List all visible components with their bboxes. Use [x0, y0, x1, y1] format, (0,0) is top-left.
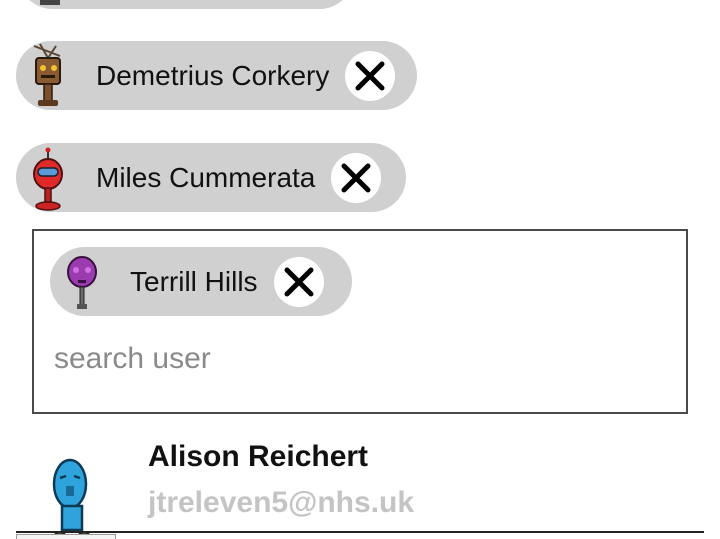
robot-red-icon [16, 143, 80, 212]
remove-user-button[interactable] [345, 50, 396, 101]
selected-user-chip: Demetrius Corkery [16, 41, 417, 110]
close-icon [341, 163, 371, 192]
robot-yellow-icon [18, 0, 82, 9]
remove-user-button[interactable] [331, 152, 382, 203]
search-input[interactable] [54, 337, 654, 381]
user-selector-page: Demetrius Corkery Miles Cummerata Terril… [0, 0, 720, 539]
robot-blue-icon [36, 456, 116, 539]
close-icon [284, 267, 314, 296]
selected-user-name: Terrill Hills [130, 265, 258, 297]
list-divider [16, 531, 704, 533]
next-list-item[interactable] [16, 534, 116, 539]
user-suggestion-item[interactable]: Alison Reichert jtreleven5@nhs.uk [16, 430, 704, 539]
selected-user-chip: Miles Cummerata [16, 143, 406, 212]
selected-user-chip: Terrill Hills [50, 247, 352, 316]
remove-user-button[interactable] [273, 256, 324, 307]
close-icon [355, 61, 385, 90]
robot-purple-icon [50, 247, 114, 316]
selected-user-chip [18, 0, 354, 9]
robot-brown-antenna-icon [16, 41, 80, 110]
suggestion-email: jtreleven5@nhs.uk [148, 486, 415, 519]
suggestion-name: Alison Reichert [148, 440, 369, 473]
selected-user-name: Demetrius Corkery [96, 59, 330, 91]
user-selector-box[interactable]: Terrill Hills [32, 229, 688, 414]
selected-user-name: Miles Cummerata [96, 161, 316, 193]
